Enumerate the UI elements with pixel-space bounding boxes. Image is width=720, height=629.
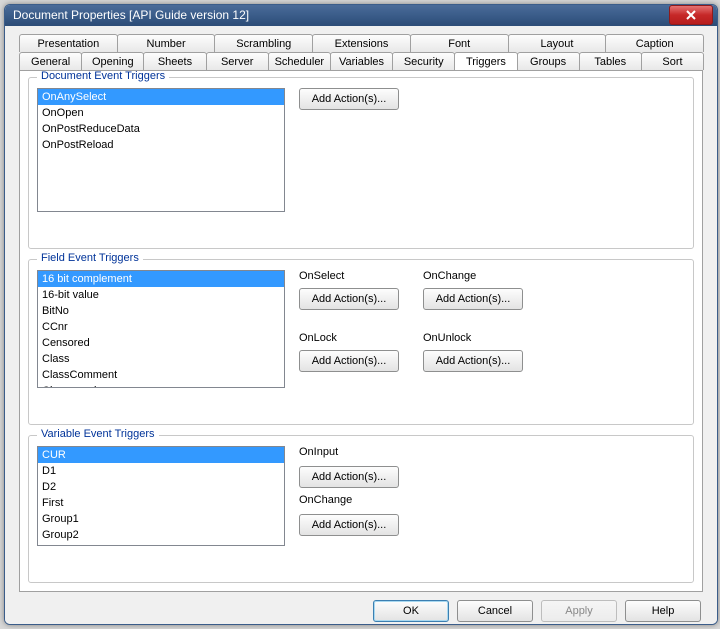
help-button[interactable]: Help [625,600,701,622]
list-item[interactable]: ClassComment [38,367,284,383]
tab-extensions[interactable]: Extensions [312,34,411,52]
variable-event-list[interactable]: CUR D1 D2 First Group1 Group2 [37,446,285,546]
tab-security[interactable]: Security [392,52,455,70]
cancel-button[interactable]: Cancel [457,600,533,622]
onunlock-label: OnUnlock [423,332,523,344]
list-item[interactable]: OnAnySelect [38,89,284,105]
dialog-window: Document Properties [API Guide version 1… [4,4,718,625]
onselect-add-actions-button[interactable]: Add Action(s)... [299,288,399,310]
tab-tables[interactable]: Tables [579,52,642,70]
tab-page-triggers: Document Event Triggers OnAnySelect OnOp… [19,70,703,592]
group-legend: Field Event Triggers [37,252,143,264]
group-legend: Document Event Triggers [37,70,169,82]
onlock-add-actions-button[interactable]: Add Action(s)... [299,350,399,372]
group-field-event-triggers: Field Event Triggers 16 bit complement 1… [28,259,694,425]
tab-scrambling[interactable]: Scrambling [214,34,313,52]
tab-opening[interactable]: Opening [81,52,144,70]
close-button[interactable] [669,5,713,25]
ok-button[interactable]: OK [373,600,449,622]
group-variable-event-triggers: Variable Event Triggers CUR D1 D2 First … [28,435,694,583]
list-item[interactable]: Class [38,351,284,367]
list-item[interactable]: Group2 [38,527,284,543]
tab-variables[interactable]: Variables [330,52,393,70]
tab-scheduler[interactable]: Scheduler [268,52,331,70]
apply-button[interactable]: Apply [541,600,617,622]
list-item[interactable]: 16 bit complement [38,271,284,287]
dialog-button-row: OK Cancel Apply Help [11,592,711,622]
tab-font[interactable]: Font [410,34,509,52]
oninput-label: OnInput [299,446,399,458]
group-document-event-triggers: Document Event Triggers OnAnySelect OnOp… [28,77,694,249]
tab-strip: Presentation Number Scrambling Extension… [11,32,711,70]
onunlock-add-actions-button[interactable]: Add Action(s)... [423,350,523,372]
list-item[interactable]: OnPostReload [38,137,284,153]
list-item[interactable]: BitNo [38,303,284,319]
list-item[interactable]: 16-bit value [38,287,284,303]
var-onchange-add-actions-button[interactable]: Add Action(s)... [299,514,399,536]
close-icon [686,10,696,20]
list-item[interactable]: OnPostReduceData [38,121,284,137]
list-item[interactable]: OnOpen [38,105,284,121]
list-item[interactable]: Censored [38,335,284,351]
field-actions-grid: OnSelect Add Action(s)... OnChange Add A… [299,270,523,388]
onselect-label: OnSelect [299,270,399,282]
onlock-label: OnLock [299,332,399,344]
list-item[interactable]: D1 [38,463,284,479]
tab-caption[interactable]: Caption [605,34,704,52]
tab-sheets[interactable]: Sheets [143,52,206,70]
tab-layout[interactable]: Layout [508,34,607,52]
doc-add-actions-button[interactable]: Add Action(s)... [299,88,399,110]
list-item[interactable]: First [38,495,284,511]
tab-row-2: General Opening Sheets Server Scheduler … [19,52,703,70]
titlebar: Document Properties [API Guide version 1… [5,5,717,26]
doc-event-list[interactable]: OnAnySelect OnOpen OnPostReduceData OnPo… [37,88,285,212]
tab-groups[interactable]: Groups [517,52,580,70]
field-event-list[interactable]: 16 bit complement 16-bit value BitNo CCn… [37,270,285,388]
window-title: Document Properties [API Guide version 1… [13,8,669,22]
client-area: Presentation Number Scrambling Extension… [5,26,717,625]
tab-row-1: Presentation Number Scrambling Extension… [19,34,703,52]
onchange-add-actions-button[interactable]: Add Action(s)... [423,288,523,310]
list-item[interactable]: CCnr [38,319,284,335]
tab-triggers[interactable]: Triggers [454,52,517,70]
onchange-label: OnChange [423,270,523,282]
list-item[interactable]: Classmember [38,383,284,388]
tab-sort[interactable]: Sort [641,52,704,70]
var-onchange-label: OnChange [299,494,399,506]
tab-server[interactable]: Server [206,52,269,70]
tab-presentation[interactable]: Presentation [19,34,118,52]
list-item[interactable]: D2 [38,479,284,495]
group-legend: Variable Event Triggers [37,428,159,440]
oninput-add-actions-button[interactable]: Add Action(s)... [299,466,399,488]
list-item[interactable]: CUR [38,447,284,463]
tab-number[interactable]: Number [117,34,216,52]
tab-general[interactable]: General [19,52,82,70]
list-item[interactable]: Group1 [38,511,284,527]
